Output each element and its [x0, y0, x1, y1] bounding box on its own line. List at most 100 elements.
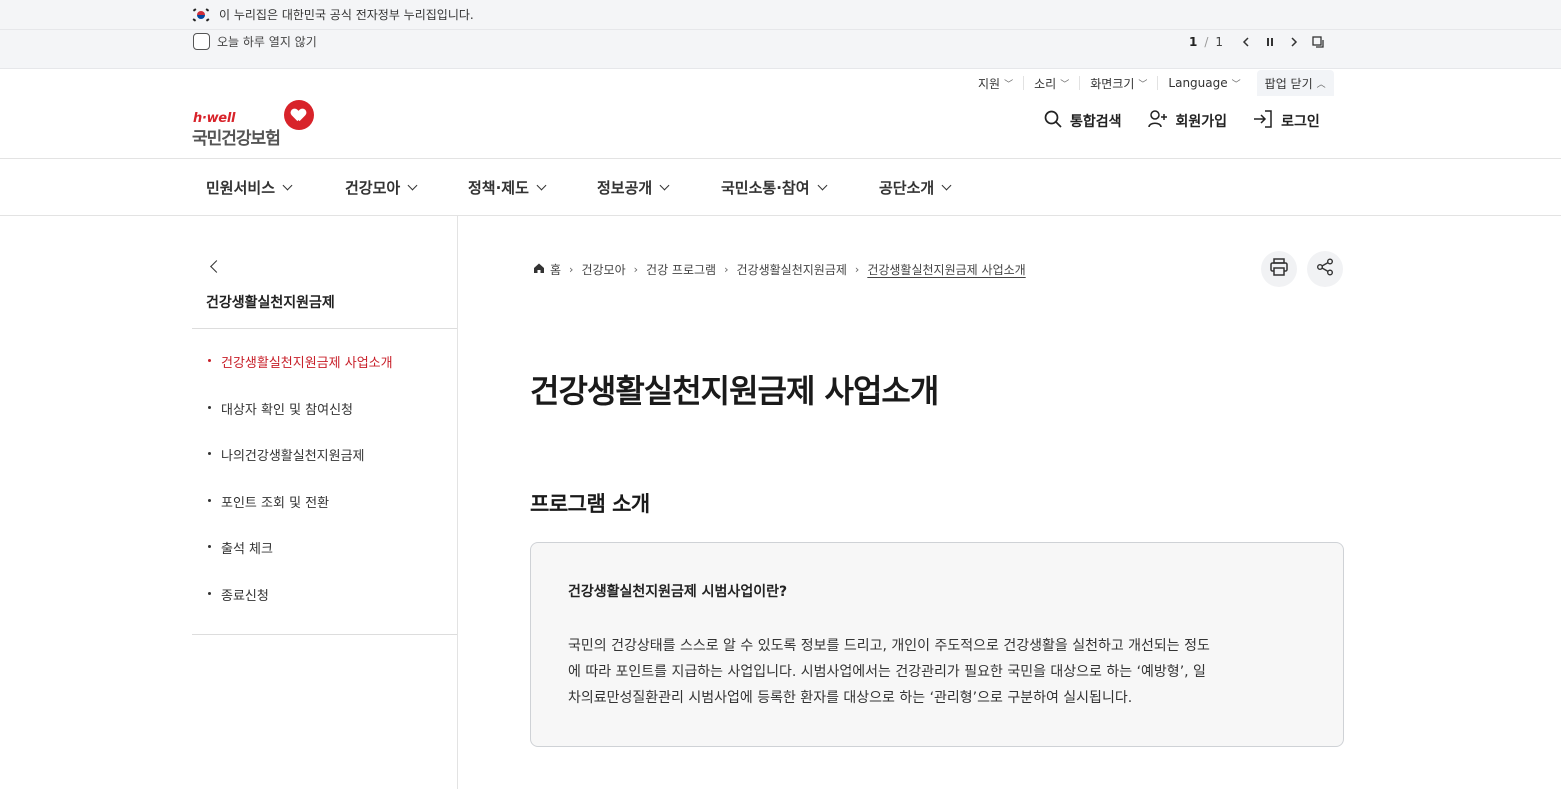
site-logo[interactable]: h·well 국민건강보험 [192, 100, 322, 149]
side-nav-item-points[interactable]: 포인트 조회 및 전환 [206, 492, 393, 539]
breadcrumb-current[interactable]: 건강생활실천지원금제 사업소개 [867, 261, 1025, 278]
heart-logo-icon [284, 100, 314, 130]
back-chevron-icon[interactable] [210, 260, 223, 273]
checkbox-box[interactable] [193, 33, 210, 50]
gnb-item-label: 정책·제도 [468, 179, 529, 197]
chevron-down-icon [407, 180, 418, 191]
pager-separator: / [1204, 35, 1209, 49]
popup-close-button[interactable]: 팝업 닫기 ︿ [1256, 70, 1334, 96]
chevron-down-icon: ﹀ [1060, 79, 1070, 90]
gnb-item-label: 민원서비스 [206, 179, 276, 197]
pause-icon[interactable] [1263, 35, 1277, 49]
printer-icon [1269, 257, 1289, 281]
side-nav-item-label: 종료신청 [221, 588, 269, 604]
chevron-down-icon [941, 180, 952, 191]
pager-current: 1 [1189, 35, 1198, 49]
side-nav-item-my-program[interactable]: 나의건강생활실천지원금제 [206, 445, 393, 492]
chevron-down-icon: ﹀ [1004, 79, 1014, 90]
info-box-body: 국민의 건강상태를 스스로 알 수 있도록 정보를 드리고, 개인이 주도적으로… [568, 633, 1313, 711]
bullet-icon [208, 591, 211, 595]
chevron-right-icon: › [569, 263, 574, 276]
utility-support[interactable]: 지원 ﹀ [968, 76, 1023, 91]
next-icon[interactable] [1287, 35, 1301, 49]
gnb-item-label: 정보공개 [597, 179, 653, 197]
info-box: 건강생활실천지원금제 시범사업이란? 국민의 건강상태를 스스로 알 수 있도록… [530, 542, 1344, 747]
chevron-down-icon [282, 180, 293, 191]
breadcrumb-item[interactable]: 건강 프로그램 [646, 261, 716, 278]
chevron-right-icon: › [854, 263, 860, 276]
chevron-right-icon: › [724, 263, 729, 276]
utility-sound-label: 소리 [1034, 76, 1057, 91]
info-box-line: 국민의 건강상태를 스스로 알 수 있도록 정보를 드리고, 개인이 주도적으로… [568, 638, 1210, 654]
gnb-item-policy[interactable]: 정책·제도 [468, 177, 547, 198]
utility-language[interactable]: Language ﹀ [1157, 76, 1250, 90]
gnb-item-participation[interactable]: 국민소통·참여 [721, 177, 827, 198]
bullet-icon [208, 545, 211, 548]
search-button[interactable]: 통합검색 [1044, 110, 1122, 132]
share-button[interactable] [1307, 251, 1343, 287]
popup-bar: 오늘 하루 열지 않기 1 / 1 [0, 30, 1561, 69]
gnb-item-civil-service[interactable]: 민원서비스 [206, 177, 293, 198]
side-nav-item-program-intro[interactable]: 건강생활실천지원금제 사업소개 [206, 352, 393, 399]
login-icon [1253, 110, 1273, 132]
popup-pager: 1 / 1 [1189, 35, 1325, 49]
chevron-up-icon: ︿ [1316, 79, 1326, 90]
breadcrumb: 홈 › 건강모아 › 건강 프로그램 › 건강생활실천지원금제 › 건강생활실천… [533, 261, 1026, 278]
gnb-item-health-moa[interactable]: 건강모아 [345, 177, 418, 198]
search-icon [1044, 110, 1062, 132]
header-actions: 통합검색 회원가입 로그인 [1044, 110, 1320, 132]
side-nav-item-termination[interactable]: 종료신청 [206, 585, 393, 632]
pager-total: 1 [1215, 35, 1224, 49]
divider [192, 634, 457, 635]
breadcrumb-item[interactable]: 건강생활실천지원금제 [737, 261, 847, 278]
side-nav-title: 건강생활실천지원금제 [206, 295, 335, 311]
korea-flag-icon [192, 7, 210, 23]
bullet-icon [208, 452, 211, 455]
login-label: 로그인 [1281, 114, 1320, 130]
utility-screen-size-label: 화면크기 [1090, 76, 1135, 91]
side-nav-item-label: 출석 체크 [221, 542, 273, 557]
utility-menu: 지원 ﹀ 소리 ﹀ 화면크기 ﹀ Language ﹀ 팝업 닫기 ︿ [968, 70, 1334, 96]
gnb-item-about[interactable]: 공단소개 [879, 177, 952, 198]
login-button[interactable]: 로그인 [1253, 110, 1320, 132]
utility-language-label: Language [1168, 76, 1228, 90]
prev-icon[interactable] [1239, 35, 1253, 49]
chevron-right-icon: › [633, 263, 639, 276]
side-nav-item-label: 대상자 확인 및 참여신청 [221, 402, 353, 418]
gnb-item-label: 공단소개 [879, 179, 935, 197]
breadcrumb-home[interactable]: 홈 [550, 261, 561, 278]
breadcrumb-item[interactable]: 건강모아 [581, 261, 625, 278]
side-nav-item-label: 포인트 조회 및 전환 [221, 495, 330, 511]
chevron-down-icon: ﹀ [1138, 79, 1148, 90]
side-nav-item-attendance[interactable]: 출석 체크 [206, 538, 393, 585]
view-all-icon[interactable] [1311, 35, 1325, 49]
gnb-item-label: 건강모아 [345, 179, 401, 197]
gnb-item-label: 국민소통·참여 [721, 179, 810, 197]
utility-screen-size[interactable]: 화면크기 ﹀ [1079, 76, 1157, 91]
gov-banner: 이 누리집은 대한민국 공식 전자정부 누리집입니다. [0, 0, 1561, 30]
add-user-icon [1147, 110, 1168, 132]
side-nav-item-eligibility[interactable]: 대상자 확인 및 참여신청 [206, 399, 393, 446]
dont-show-today-checkbox[interactable]: 오늘 하루 열지 않기 [193, 33, 317, 50]
global-nav: 민원서비스 건강모아 정책·제도 정보공개 국민소통·참여 공단소개 [0, 158, 1561, 216]
home-icon[interactable] [533, 262, 545, 277]
print-button[interactable] [1261, 251, 1297, 287]
utility-sound[interactable]: 소리 ﹀ [1023, 76, 1079, 91]
gov-banner-text: 이 누리집은 대한민국 공식 전자정부 누리집입니다. [219, 8, 474, 22]
join-label: 회원가입 [1175, 114, 1228, 130]
popup-close-label: 팝업 닫기 [1264, 76, 1313, 91]
chevron-down-icon: ﹀ [1231, 79, 1241, 90]
logo-name: 국민건강보험 [192, 129, 281, 149]
bullet-icon [208, 359, 211, 362]
side-nav-item-label: 나의건강생활실천지원금제 [221, 449, 365, 464]
page-title: 건강생활실천지원금제 사업소개 [530, 372, 939, 410]
info-box-line: 차의료만성질환관리 시범사업에 등록한 환자를 대상으로 하는 ‘관리형’으로 … [568, 690, 1133, 706]
info-box-title: 건강생활실천지원금제 시범사업이란? [568, 584, 788, 600]
divider [192, 328, 457, 329]
dont-show-today-label: 오늘 하루 열지 않기 [217, 35, 317, 49]
gnb-item-info-disclosure[interactable]: 정보공개 [597, 177, 670, 198]
join-button[interactable]: 회원가입 [1147, 110, 1228, 132]
info-box-line: 에 따라 포인트를 지급하는 사업입니다. 시범사업에서는 건강관리가 필요한 … [568, 664, 1206, 680]
section-title: 프로그램 소개 [530, 492, 650, 516]
chevron-down-icon [536, 180, 547, 191]
